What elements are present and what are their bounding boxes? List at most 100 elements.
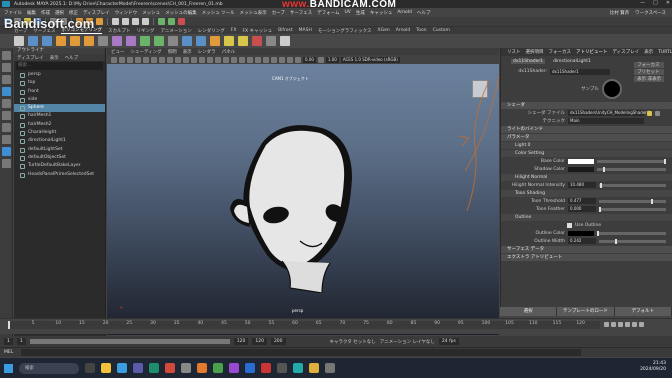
app-icon[interactable]	[261, 363, 271, 373]
render-settings-icon[interactable]	[178, 18, 185, 25]
viewport-menu-item[interactable]: レンダラ	[198, 49, 216, 55]
app-icon[interactable]	[309, 363, 319, 373]
outliner-menu-help[interactable]: ヘルプ	[65, 55, 79, 61]
color-space-select[interactable]: ACES 1.0 SDR-video (sRGB)	[340, 56, 400, 63]
single-view-icon[interactable]	[2, 123, 11, 132]
safe-action-icon[interactable]	[183, 56, 189, 63]
shelf-tab[interactable]: XGen	[378, 28, 390, 33]
shelf-tool-icon[interactable]	[224, 36, 234, 46]
go-to-start-icon[interactable]	[604, 322, 609, 327]
shelf-tab[interactable]: FX	[231, 28, 237, 33]
section-toon-shading[interactable]: Toon Shading	[501, 190, 672, 197]
shelf-tool-icon[interactable]	[182, 36, 192, 46]
section-extra-attributes[interactable]: エクストラ アトリビュート	[501, 254, 672, 261]
bookmark-icon[interactable]	[127, 56, 133, 63]
bandicam-icon[interactable]	[165, 363, 175, 373]
outliner-menu-show[interactable]: 表示	[50, 55, 59, 61]
time-slider[interactable]: 5 10 15 20 25 30 35 40 45 50 55 60 65 70 75 80 85 90 95 100…	[0, 318, 672, 334]
step-forward-icon[interactable]	[632, 322, 637, 327]
range-end-input[interactable]: 120	[233, 338, 249, 345]
menu-item[interactable]: 編集	[27, 10, 36, 16]
move-tool-icon[interactable]	[2, 87, 11, 96]
shelf-tab[interactable]: MASH	[299, 28, 312, 33]
shelf-tab[interactable]: モーショングラフィックス	[318, 28, 372, 34]
exposure-field[interactable]: 0.00	[303, 56, 316, 63]
render-icon[interactable]	[158, 18, 165, 25]
menu-item[interactable]: カーブ	[272, 10, 285, 16]
section-surface-data[interactable]: サーフェス データ	[501, 246, 672, 253]
maya-icon[interactable]	[149, 363, 159, 373]
resolution-gate-icon[interactable]	[159, 56, 165, 63]
viewport-menu-item[interactable]: 表示	[183, 49, 192, 55]
film-gate-icon[interactable]	[151, 56, 157, 63]
reload-icon[interactable]	[655, 110, 660, 116]
shelf-tool-icon[interactable]	[70, 36, 80, 46]
menu-item[interactable]: メッシュの編集	[165, 10, 197, 16]
outliner-menu-display[interactable]: ディスプレイ	[17, 55, 44, 61]
menu-item[interactable]: 選択	[55, 10, 64, 16]
app-icon[interactable]	[277, 363, 287, 373]
shelf-tool-icon[interactable]	[56, 36, 66, 46]
hilight-intensity-slider[interactable]	[599, 182, 666, 188]
menu-item[interactable]: ファイル	[4, 10, 22, 16]
shelf-tool-icon[interactable]	[154, 36, 164, 46]
outliner-item[interactable]: top	[14, 79, 105, 87]
edge-icon[interactable]	[117, 363, 127, 373]
explorer-icon[interactable]	[101, 363, 111, 373]
ao-icon[interactable]	[239, 56, 245, 63]
scale-tool-icon[interactable]	[2, 111, 11, 120]
field-chart-icon[interactable]	[175, 56, 181, 63]
app-icon[interactable]	[229, 363, 239, 373]
shelf-tab[interactable]: FX キャッシュ	[242, 28, 272, 34]
outliner-item[interactable]: defaultObjectSet	[14, 154, 105, 162]
command-input[interactable]	[21, 349, 582, 356]
section-parameters[interactable]: パラメータ	[501, 134, 672, 141]
outliner-item[interactable]: Sphere	[14, 104, 105, 113]
gamma-icon[interactable]	[317, 56, 324, 63]
folder-icon[interactable]	[647, 110, 652, 116]
attr-menu-item[interactable]: フォーカス	[549, 49, 572, 55]
base-color-swatch[interactable]	[568, 158, 594, 164]
outliner-item[interactable]: CharaHeight	[14, 129, 105, 137]
viewport-menu-item[interactable]: 照明	[168, 49, 177, 55]
shelf-tab[interactable]: Toon	[416, 28, 426, 33]
outliner-item[interactable]: defaultLightSet	[14, 146, 105, 154]
rotate-tool-icon[interactable]	[2, 99, 11, 108]
shelf-tool-icon[interactable]	[168, 36, 178, 46]
outliner-item[interactable]: side	[14, 96, 105, 104]
taskbar-search[interactable]: 検索	[19, 362, 79, 374]
shadow-color-swatch[interactable]	[568, 166, 594, 172]
select-button[interactable]: 選択	[500, 307, 558, 316]
use-outline-checkbox[interactable]	[567, 222, 572, 228]
menu-item[interactable]: 修正	[69, 10, 78, 16]
shelf-tool-icon[interactable]	[196, 36, 206, 46]
shelf-tool-icon[interactable]	[210, 36, 220, 46]
technique-select[interactable]: Main	[568, 118, 644, 124]
shelf-tool-icon[interactable]	[98, 36, 108, 46]
smooth-shade-icon[interactable]	[199, 56, 205, 63]
section-color-setting[interactable]: Color Setting	[501, 150, 672, 157]
layout-icon[interactable]	[2, 147, 11, 156]
attr-menu-item[interactable]: ディスプレイ	[613, 49, 640, 55]
time-ruler[interactable]: 5 10 15 20 25 30 35 40 45 50 55 60 65 70 75 80 85 90 95 100…	[8, 321, 600, 329]
camera-attr-icon[interactable]	[119, 56, 125, 63]
aa-icon[interactable]	[247, 56, 253, 63]
select-tool-icon[interactable]	[2, 51, 11, 60]
ipr-icon[interactable]	[168, 18, 175, 25]
character-set-select[interactable]: キャラクタ セットなし	[330, 339, 376, 345]
shelf-tool-icon[interactable]	[140, 36, 150, 46]
camera-icon[interactable]	[111, 56, 117, 63]
attr-menu-item[interactable]: 表示	[644, 49, 653, 55]
grid-icon[interactable]	[143, 56, 149, 63]
viewport-menu-item[interactable]: シェーディング	[131, 49, 162, 55]
shelf-tab[interactable]: アニメーション	[160, 28, 191, 34]
menu-item[interactable]: ウィンドウ	[115, 10, 138, 16]
outliner-item[interactable]: HeadsPanelPrimeSelectedSet	[14, 171, 105, 179]
menu-item[interactable]: Arnold	[397, 10, 412, 15]
image-plane-icon[interactable]	[135, 56, 141, 63]
isolate-icon[interactable]	[263, 56, 269, 63]
default-button[interactable]: デフォルト	[614, 307, 672, 316]
shader-file-input[interactable]: dx11ShadersUnityCH_ModelingShader.fx	[568, 110, 652, 116]
shelf-tab[interactable]: レンダリング	[198, 28, 225, 34]
gate-mask-icon[interactable]	[167, 56, 173, 63]
